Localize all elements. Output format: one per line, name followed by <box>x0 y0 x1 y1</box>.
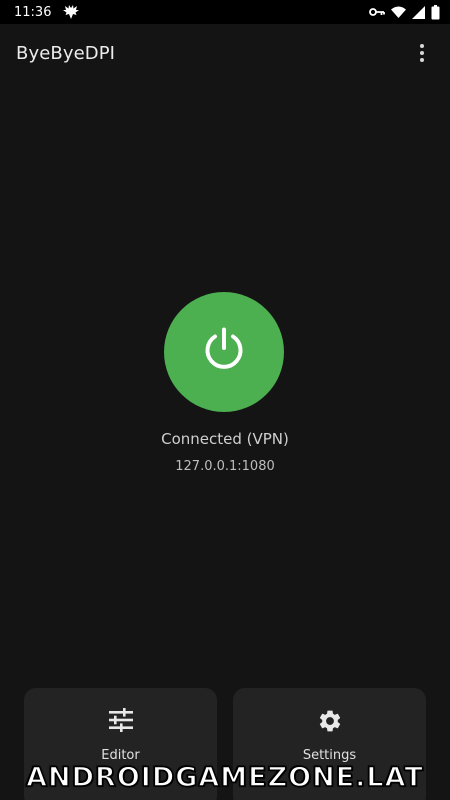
bird-icon <box>63 5 80 19</box>
gear-icon <box>317 708 343 739</box>
app-screen: 11:36 ByeByeDPI Connected (VPN) 127.0.0.… <box>0 0 450 800</box>
proxy-address: 127.0.0.1:1080 <box>175 459 275 474</box>
connection-status: Connected (VPN) <box>161 430 289 448</box>
vpn-key-icon <box>369 6 385 18</box>
signal-icon <box>412 5 425 19</box>
settings-button[interactable]: Settings <box>233 688 426 800</box>
app-title: ByeByeDPI <box>16 42 116 64</box>
power-icon <box>201 327 247 378</box>
status-bar: 11:36 <box>0 0 450 24</box>
battery-icon <box>431 4 440 20</box>
wifi-icon <box>391 6 406 18</box>
more-vert-icon[interactable] <box>410 41 434 65</box>
connect-toggle-button[interactable] <box>164 292 284 412</box>
status-time: 11:36 <box>14 4 52 20</box>
status-icons <box>369 4 440 20</box>
editor-button[interactable]: Editor <box>24 688 217 800</box>
tune-icon <box>108 708 134 737</box>
settings-label: Settings <box>302 748 357 763</box>
app-bar: ByeByeDPI <box>0 24 450 82</box>
editor-label: Editor <box>101 748 140 763</box>
